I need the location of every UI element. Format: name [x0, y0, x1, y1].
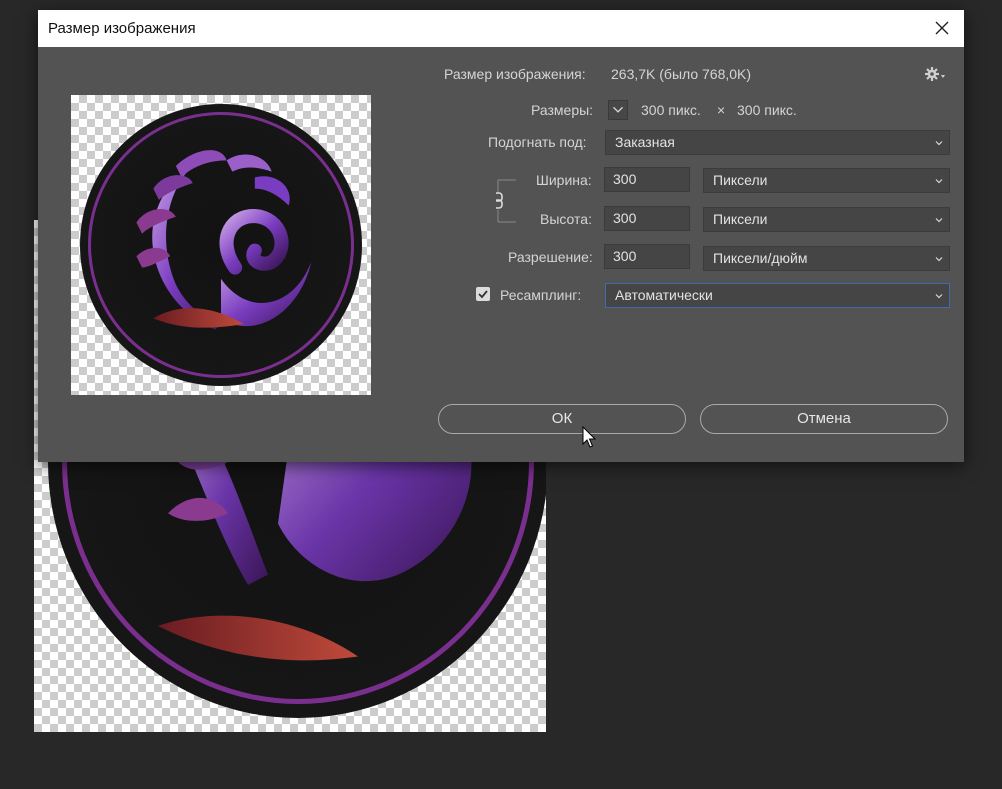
gear-icon[interactable]: [924, 66, 946, 82]
preview-emblem-image: [80, 104, 362, 386]
ok-button[interactable]: ОК: [438, 404, 686, 434]
width-unit-value: Пиксели: [713, 172, 768, 188]
fit-to-label: Подогнать под:: [488, 134, 587, 150]
resolution-label: Разрешение:: [508, 249, 593, 265]
width-label: Ширина:: [536, 172, 592, 188]
image-size-value: 263,7K (было 768,0K): [611, 66, 752, 82]
dimensions-separator: ×: [717, 102, 726, 118]
image-preview[interactable]: [71, 95, 371, 395]
link-icon[interactable]: [496, 178, 520, 224]
width-unit-select[interactable]: Пиксели: [703, 168, 950, 193]
height-unit-select[interactable]: Пиксели: [703, 207, 950, 232]
chevron-down-icon: [935, 179, 943, 184]
chevron-down-icon: [935, 294, 943, 299]
dialog-titlebar[interactable]: Размер изображения: [38, 10, 964, 47]
resolution-unit-select[interactable]: Пиксели/дюйм: [703, 246, 950, 271]
height-unit-value: Пиксели: [713, 211, 768, 227]
resample-checkbox[interactable]: [476, 287, 490, 301]
chevron-down-icon: [613, 106, 623, 113]
resolution-unit-value: Пиксели/дюйм: [713, 250, 808, 266]
dimensions-label: Размеры:: [531, 102, 594, 118]
checkbox-checked-icon: [478, 290, 488, 299]
fit-to-select[interactable]: Заказная: [605, 130, 950, 155]
mouse-cursor-icon: [582, 426, 596, 448]
chevron-down-icon: [935, 257, 943, 262]
width-input[interactable]: 300: [604, 167, 690, 192]
resample-value: Автоматически: [615, 287, 713, 303]
resolution-input[interactable]: 300: [604, 244, 690, 269]
fit-to-value: Заказная: [615, 134, 675, 150]
image-size-dialog: Размер изображения Размер изображения: 2…: [38, 10, 964, 462]
dialog-title: Размер изображения: [48, 20, 196, 37]
dimensions-width: 300 пикс.: [641, 102, 701, 118]
chevron-down-icon: [935, 218, 943, 223]
dimensions-dropdown[interactable]: [608, 100, 628, 120]
dimensions-height: 300 пикс.: [737, 102, 797, 118]
height-input[interactable]: 300: [604, 206, 690, 231]
cancel-button[interactable]: Отмена: [700, 404, 948, 434]
close-icon[interactable]: [930, 16, 954, 40]
resample-select[interactable]: Автоматически: [605, 283, 950, 308]
resample-label: Ресамплинг:: [500, 287, 582, 303]
image-size-label: Размер изображения:: [444, 66, 586, 82]
chevron-down-icon: [935, 141, 943, 146]
height-label: Высота:: [540, 211, 592, 227]
